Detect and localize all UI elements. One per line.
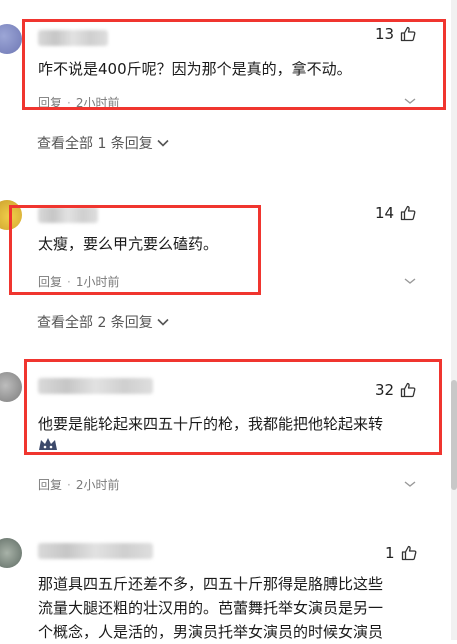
comment-meta: 回复 · 2小时前 (38, 476, 119, 493)
chevron-down-icon (157, 139, 169, 147)
separator-dot: · (67, 477, 71, 492)
view-replies-label: 查看全部 2 条回复 (37, 315, 153, 331)
username[interactable] (38, 543, 153, 559)
highlight-box (9, 205, 261, 295)
timestamp: 2小时前 (75, 478, 120, 492)
view-replies-button[interactable]: 查看全部 1 条回复 (37, 133, 169, 153)
thumbs-up-icon[interactable] (400, 205, 416, 221)
chevron-down-icon (157, 318, 169, 326)
view-replies-button[interactable]: 查看全部 2 条回复 (37, 312, 169, 332)
like-count: 1 (385, 544, 395, 562)
scrollbar-track[interactable] (451, 0, 457, 640)
avatar[interactable] (0, 538, 22, 568)
more-options-icon[interactable] (404, 481, 416, 487)
reply-button[interactable]: 回复 (38, 476, 62, 493)
more-options-icon[interactable] (404, 278, 416, 284)
scrollbar-thumb[interactable] (451, 380, 457, 490)
like-button[interactable]: 14 (375, 204, 416, 222)
like-count: 14 (375, 204, 395, 222)
comment-text-line: 那道具四五斤还差不多，四五十斤那得是胳膊比这些 (38, 575, 384, 593)
view-replies-label: 查看全部 1 条回复 (37, 136, 153, 152)
avatar[interactable] (0, 24, 22, 54)
like-button[interactable]: 1 (385, 544, 417, 562)
avatar[interactable] (0, 372, 22, 402)
comment-text-line: 个概念，人是活的，男演员托举女演员的时候女演员 (38, 623, 384, 641)
thumbs-up-icon[interactable] (401, 545, 417, 561)
highlight-box (22, 19, 446, 110)
highlight-box (24, 359, 442, 455)
comment-text-line: 流量大腿还粗的壮汉用的。芭蕾舞托举女演员是另一 (38, 599, 384, 617)
